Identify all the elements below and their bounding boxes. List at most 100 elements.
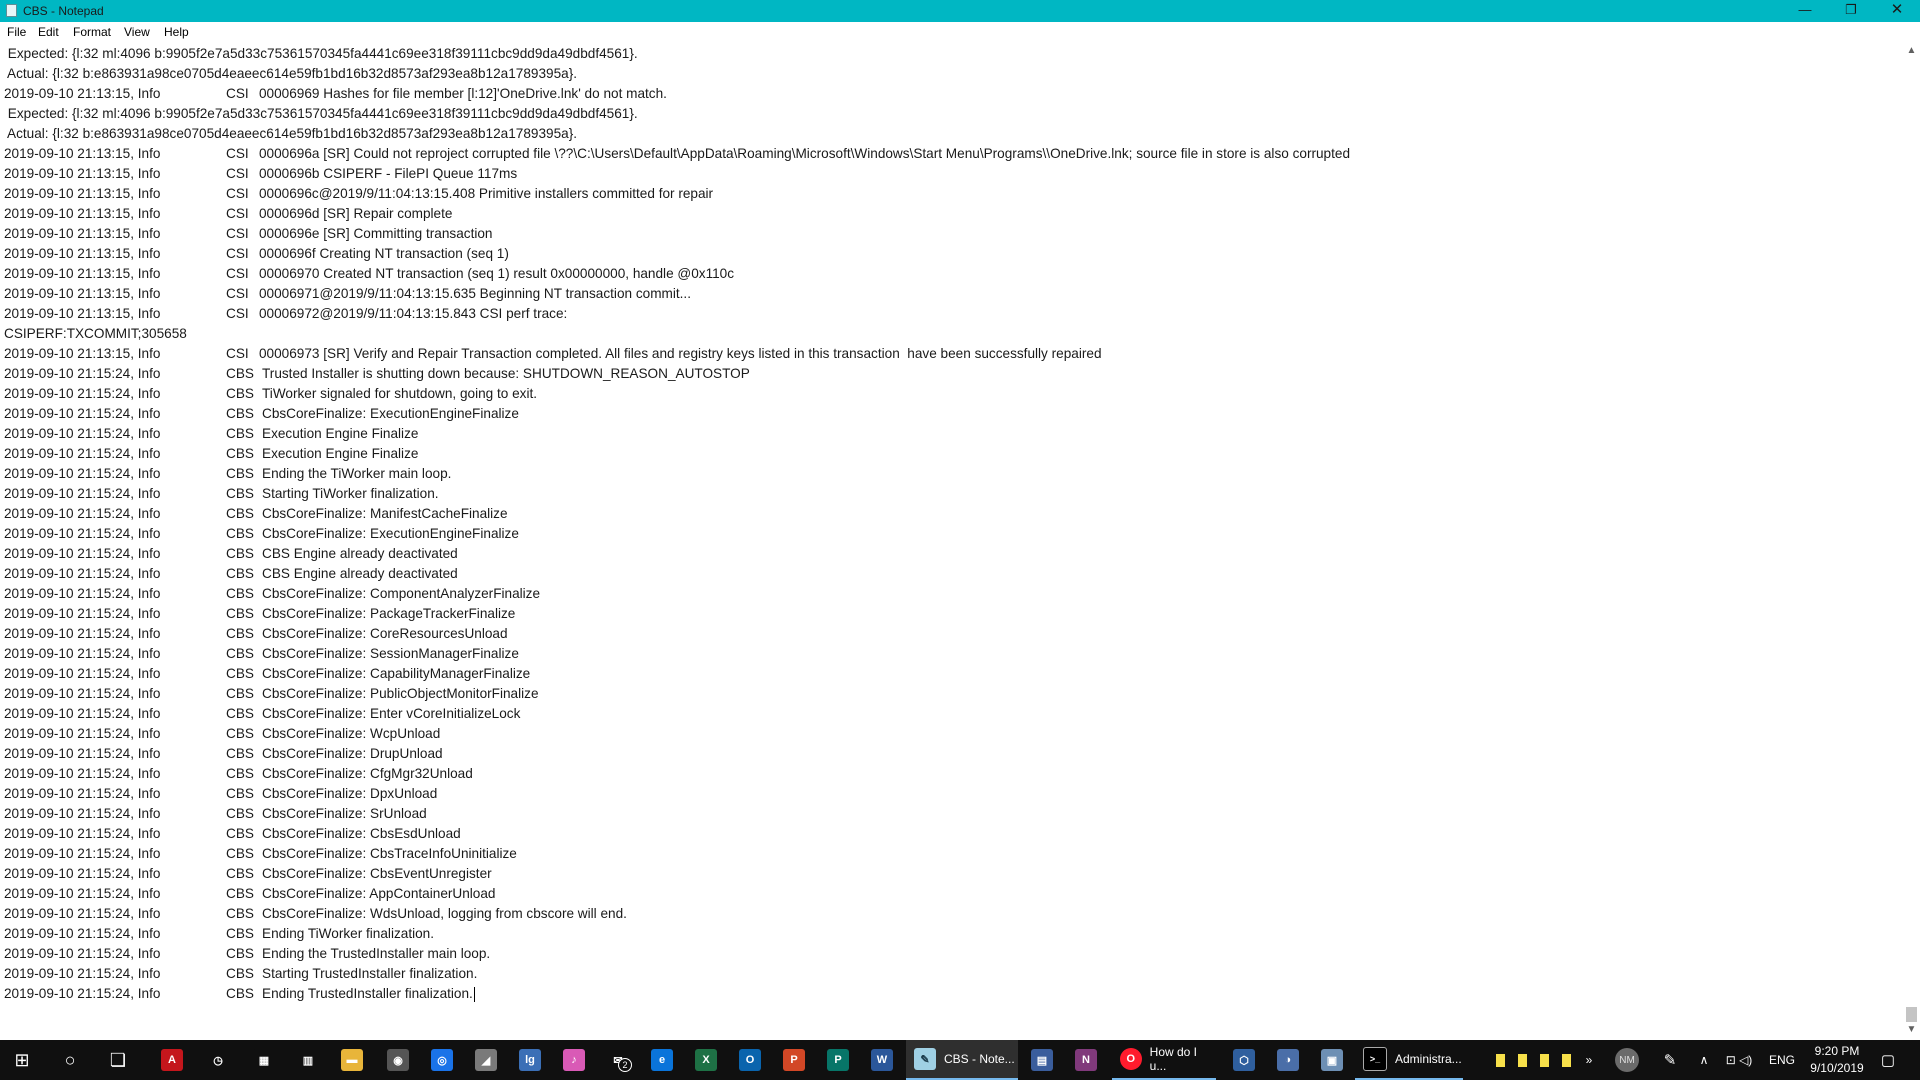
- log-line: 2019-09-10 21:15:24, Info CBS CbsCoreFinal…: [4, 724, 638, 744]
- taskbar-button[interactable]: O: [728, 1040, 772, 1080]
- log-message: CbsCoreFinalize: DpxUnload: [262, 786, 438, 801]
- cmd-icon: >_: [1363, 1047, 1387, 1071]
- taskbar-button[interactable]: ⬡: [1222, 1040, 1266, 1080]
- log-line: 2019-09-10 21:13:15, Info CSI 00006973 [SR…: [4, 344, 1102, 364]
- start-icon: ⊞: [11, 1049, 33, 1071]
- language-indicator[interactable]: ENG: [1764, 1040, 1800, 1080]
- taskbar-button[interactable]: ◑: [1266, 1040, 1310, 1080]
- log-content: Expected: {l:32 ml:4096 b:9905f2e7a5d33c…: [4, 44, 1350, 1004]
- taskbar-button[interactable]: P: [816, 1040, 860, 1080]
- taskbar-button[interactable]: A: [150, 1040, 194, 1080]
- log-timestamp: 2019-09-10 21:13:15, Info: [4, 186, 161, 201]
- log-message: CBS Engine already deactivated: [262, 566, 458, 581]
- scroll-down-icon[interactable]: ▼: [1903, 1024, 1920, 1035]
- log-line-text: Actual: {l:32 b:e863931a98ce0705d4eaeec6…: [4, 66, 578, 81]
- log-source: CSI: [226, 226, 249, 241]
- log-line: 2019-09-10 21:15:24, Info CBS CbsCoreFinal…: [4, 624, 638, 644]
- log-line: 2019-09-10 21:15:24, Info CBS Execution En…: [4, 424, 638, 444]
- taskbar-button[interactable]: ◉: [376, 1040, 420, 1080]
- taskbar-button[interactable]: ▥: [286, 1040, 330, 1080]
- taskbar-overflow-icon[interactable]: »: [1580, 1040, 1598, 1080]
- show-hidden-icons-icon[interactable]: ∧: [1694, 1040, 1714, 1080]
- menu-view[interactable]: View: [124, 25, 150, 39]
- log-timestamp: 2019-09-10 21:13:15, Info: [4, 346, 161, 361]
- taskbar-notepad[interactable]: ✎ CBS - Note...: [906, 1040, 1018, 1080]
- log-timestamp: 2019-09-10 21:15:24, Info: [4, 626, 161, 641]
- log-source: CBS: [226, 946, 254, 961]
- taskbar-button[interactable]: ◎: [420, 1040, 464, 1080]
- maximize-button[interactable]: ❐: [1828, 0, 1874, 22]
- taskbar-button[interactable]: W: [860, 1040, 904, 1080]
- close-button[interactable]: ✕: [1874, 0, 1920, 22]
- log-timestamp: 2019-09-10 21:13:15, Info: [4, 206, 161, 221]
- menu-help[interactable]: Help: [164, 25, 189, 39]
- taskbar-button[interactable]: e: [640, 1040, 684, 1080]
- menu-format[interactable]: Format: [73, 25, 111, 39]
- taskbar-cmd[interactable]: >_ Administra...: [1355, 1040, 1463, 1080]
- log-line: 2019-09-10 21:15:24, Info CBS CbsCoreFinal…: [4, 704, 638, 724]
- taskbar-button[interactable]: ♪: [552, 1040, 596, 1080]
- log-line: 2019-09-10 21:13:15, Info CSI 0000696e [SR…: [4, 224, 638, 244]
- log-source: CBS: [226, 406, 254, 421]
- log-timestamp: 2019-09-10 21:15:24, Info: [4, 566, 161, 581]
- log-message: 00006971@2019/9/11:04:13:15.635 Beginnin…: [259, 286, 691, 301]
- log-source: CBS: [226, 866, 254, 881]
- log-source: CBS: [226, 766, 254, 781]
- log-source: CBS: [226, 986, 254, 1001]
- log-message: CbsCoreFinalize: CbsEsdUnload: [262, 826, 461, 841]
- menu-file[interactable]: File: [7, 25, 26, 39]
- scroll-thumb[interactable]: [1906, 1007, 1917, 1022]
- taskbar-button[interactable]: ⊞: [0, 1040, 44, 1080]
- menu-edit[interactable]: Edit: [38, 25, 59, 39]
- edge-icon: e: [651, 1049, 673, 1071]
- taskbar-button[interactable]: ○: [48, 1040, 92, 1080]
- minimize-button[interactable]: —: [1782, 0, 1828, 22]
- log-line-text: Expected: {l:32 ml:4096 b:9905f2e7a5d33c…: [4, 46, 638, 61]
- log-line: 2019-09-10 21:15:24, Info CBS CbsCoreFinal…: [4, 664, 638, 684]
- log-message: 0000696a [SR] Could not reproject corrup…: [259, 146, 1351, 161]
- log-timestamp: 2019-09-10 21:15:24, Info: [4, 686, 161, 701]
- taskbar-button[interactable]: N: [1064, 1040, 1108, 1080]
- taskbar-opera[interactable]: O How do I u...: [1112, 1040, 1216, 1080]
- log-timestamp: 2019-09-10 21:13:15, Info: [4, 86, 161, 101]
- taskbar-button[interactable]: ◷: [196, 1040, 240, 1080]
- log-timestamp: 2019-09-10 21:15:24, Info: [4, 746, 161, 761]
- taskbar-button[interactable]: ▣: [1310, 1040, 1354, 1080]
- log-line: CSIPERF:TXCOMMIT;305658: [4, 324, 638, 344]
- taskbar-button[interactable]: ◢: [464, 1040, 508, 1080]
- log-timestamp: 2019-09-10 21:15:24, Info: [4, 366, 161, 381]
- clock[interactable]: 9:20 PM 9/10/2019: [1806, 1043, 1868, 1077]
- log-message: CbsCoreFinalize: WcpUnload: [262, 726, 441, 741]
- log-timestamp: 2019-09-10 21:15:24, Info: [4, 546, 161, 561]
- taskbar-button[interactable]: X: [684, 1040, 728, 1080]
- log-source: CBS: [226, 826, 254, 841]
- powerpoint-icon: P: [783, 1049, 805, 1071]
- taskbar-button[interactable]: ▤: [1020, 1040, 1064, 1080]
- log-line: 2019-09-10 21:13:15, Info CSI 0000696a [SR…: [4, 144, 1350, 164]
- log-message: Ending the TrustedInstaller main loop.: [262, 946, 491, 961]
- log-source: CBS: [226, 886, 254, 901]
- network-volume-icons[interactable]: ⊡ ◁): [1716, 1040, 1762, 1080]
- taskbar-button[interactable]: ▬: [330, 1040, 374, 1080]
- taskbar-button[interactable]: ❏: [96, 1040, 140, 1080]
- vertical-scrollbar[interactable]: ▲ ▼: [1903, 43, 1920, 1037]
- taskbar-button[interactable]: ✉2: [596, 1040, 640, 1080]
- log-message: Starting TrustedInstaller finalization.: [262, 966, 478, 981]
- log-message: CbsCoreFinalize: WdsUnload, logging from…: [262, 906, 627, 921]
- log-source: CBS: [226, 926, 254, 941]
- taskbar-button[interactable]: lg: [508, 1040, 552, 1080]
- log-source: CBS: [226, 806, 254, 821]
- notifications-icon[interactable]: ▢: [1870, 1040, 1906, 1080]
- log-message: 00006973 [SR] Verify and Repair Transact…: [259, 346, 1102, 361]
- text-editor[interactable]: Expected: {l:32 ml:4096 b:9905f2e7a5d33c…: [0, 43, 1903, 1037]
- log-line: Expected: {l:32 ml:4096 b:9905f2e7a5d33c…: [4, 104, 638, 124]
- scroll-up-icon[interactable]: ▲: [1903, 45, 1920, 56]
- log-line: 2019-09-10 21:15:24, Info CBS CbsCoreFinal…: [4, 764, 638, 784]
- user-avatar[interactable]: NM: [1610, 1040, 1644, 1080]
- pen-icon[interactable]: ✎: [1656, 1040, 1684, 1080]
- taskbar-button[interactable]: P: [772, 1040, 816, 1080]
- taskbar-button[interactable]: ▦: [242, 1040, 286, 1080]
- sticky-notes-tray[interactable]: [1478, 1040, 1588, 1080]
- log-line: 2019-09-10 21:13:15, Info CSI 0000696f Cre…: [4, 244, 638, 264]
- log-line-text: Actual: {l:32 b:e863931a98ce0705d4eaeec6…: [4, 126, 578, 141]
